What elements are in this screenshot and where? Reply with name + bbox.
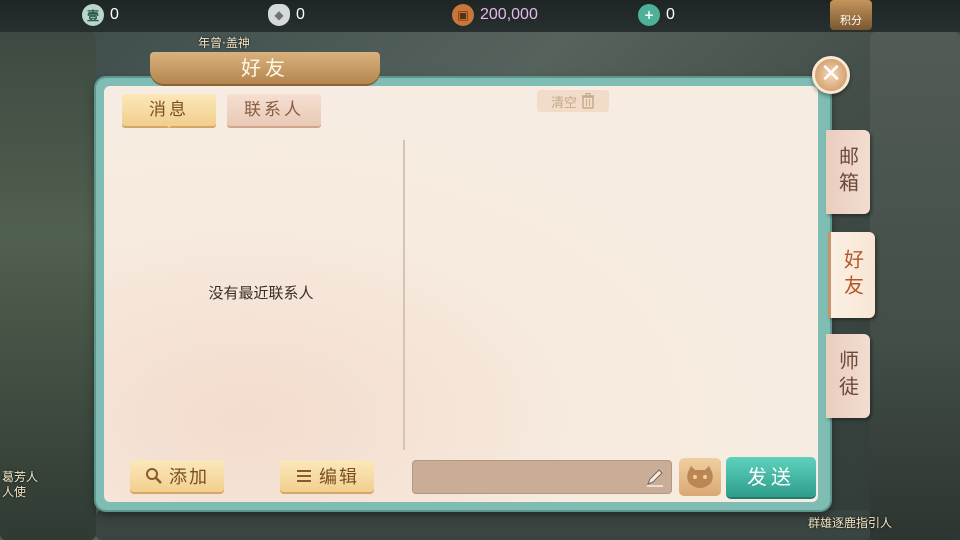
emoji-button[interactable] [679, 458, 721, 496]
add-jade-icon: + [638, 4, 660, 26]
side-tab-master[interactable]: 师徒 [826, 334, 870, 418]
side-tab-mail[interactable]: 邮箱 [826, 130, 870, 214]
resource-copper[interactable]: ▣ 200,000 [452, 2, 538, 28]
npc-label-right: 群雄逐鹿指引人 [808, 516, 893, 530]
background-scenery-bottom [96, 510, 870, 540]
background-scenery [0, 32, 96, 540]
panel-divider [403, 140, 405, 450]
copper-coin-icon: ▣ [452, 4, 474, 26]
tab-contacts[interactable]: 联系人 [227, 94, 321, 126]
resource-copper-value: 200,000 [480, 6, 538, 23]
close-button[interactable]: ✕ [812, 56, 850, 94]
side-tab-friends[interactable]: 好友 [828, 232, 875, 318]
panel-title: 好友 [150, 52, 380, 84]
resource-jade[interactable]: 壹 0 [82, 2, 119, 28]
clear-label: 清空 [550, 95, 577, 111]
add-friend-label: 添加 [169, 467, 209, 488]
emoji-face-icon [687, 466, 713, 488]
message-input[interactable] [412, 460, 672, 494]
add-friend-button[interactable]: 添加 [130, 460, 224, 492]
npc-label-left: 葛芳人 人使 [2, 470, 39, 499]
score-label: 积分 [840, 14, 862, 27]
resource-jade-value: 0 [110, 6, 119, 23]
npc-label-top: 年曾·盖神 [198, 36, 250, 50]
resource-bar: 壹 0 ◆ 0 ▣ 200,000 + 0 积分 [0, 0, 960, 32]
pen-icon[interactable] [644, 466, 666, 488]
resource-silver[interactable]: ◆ 0 [268, 2, 305, 28]
clear-button[interactable]: 清空 [537, 90, 609, 112]
list-icon [297, 470, 311, 482]
search-icon [146, 468, 162, 484]
background-scenery-right [870, 32, 960, 540]
silver-ingot-icon: ◆ [268, 4, 290, 26]
empty-contacts-text: 没有最近联系人 [208, 284, 314, 302]
resource-silver-value: 0 [296, 6, 305, 23]
trash-icon [582, 93, 594, 109]
score-button[interactable]: 积分 [830, 0, 872, 30]
resource-jade-add[interactable]: + 0 [638, 2, 675, 28]
edit-button[interactable]: 编辑 [280, 460, 374, 492]
jade-token-icon: 壹 [82, 4, 104, 26]
close-icon: ✕ [820, 59, 842, 89]
send-button[interactable]: 发送 [726, 457, 816, 497]
tab-messages[interactable]: 消息 [122, 94, 216, 128]
edit-label: 编辑 [319, 467, 359, 488]
resource-jade-add-value: 0 [666, 6, 675, 23]
